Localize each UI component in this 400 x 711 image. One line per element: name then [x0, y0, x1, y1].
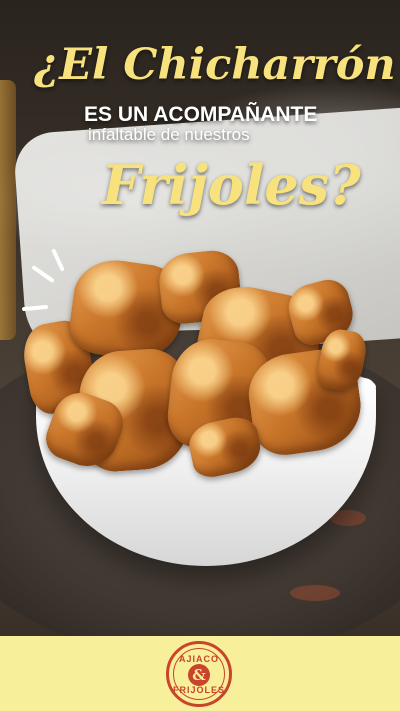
logo-top-text: AJIACO	[178, 654, 219, 664]
glass	[0, 80, 16, 340]
poster: ¿El Chicharrón ES UN ACOMPAÑANTE infalta…	[0, 0, 400, 711]
headline-line-1: ¿El Chicharrón	[34, 40, 396, 90]
headline-line-4: Frijoles?	[102, 153, 361, 217]
spice-spot	[290, 585, 340, 601]
food-photo	[0, 0, 400, 636]
logo-ampersand: &	[188, 664, 210, 686]
headline-line-3: infaltable de nuestros	[88, 125, 250, 144]
logo-bottom-text: FRIJOLES	[172, 685, 225, 695]
headline-line-2: ES UN ACOMPAÑANTE	[84, 103, 318, 126]
brand-logo: AJIACO & FRIJOLES	[166, 641, 232, 707]
